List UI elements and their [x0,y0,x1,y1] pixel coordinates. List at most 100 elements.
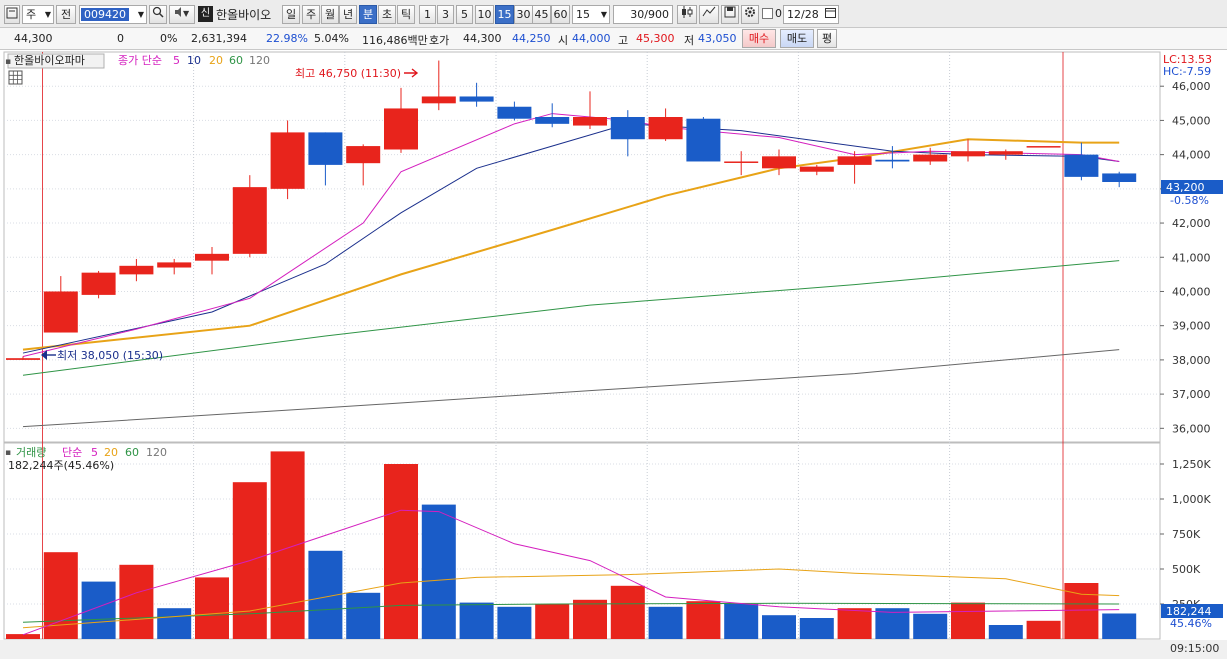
gear-icon[interactable] [741,5,759,24]
buy-button[interactable]: 매수 [742,29,776,48]
turnover-rate: 5.04% [314,32,349,45]
volume-bar [346,592,381,639]
eval-button[interactable]: 평 [817,29,837,48]
ma-legend-20: 20 [209,54,223,67]
price-tick-label: 44,000 [1172,149,1211,162]
volume-bar [195,577,229,639]
period-tab[interactable]: 일 [282,5,300,24]
candle-body [988,151,1023,155]
minute-button[interactable]: 30 [514,5,533,24]
price-ma-title: 종가 단순 [118,54,162,67]
candle-body [346,146,381,164]
price-tick-label: 38,000 [1172,354,1211,367]
sound-icon[interactable]: ▼ [169,5,195,24]
count-input[interactable]: 30/900 [613,5,673,24]
candle-body [270,132,305,189]
square-bullet-icon: ▪ [5,448,11,458]
candle-body [686,118,721,162]
last-change-pct: -0.58% [1170,194,1209,207]
ask-price: 44,300 [463,32,502,45]
volume-bar [81,581,116,639]
candle-body [648,117,683,140]
chart-type-icon[interactable] [4,5,20,24]
credit-badge: 신 [198,6,213,22]
draw-tool-icon[interactable] [699,5,719,24]
vol-ma-legend-20: 20 [104,446,118,459]
grid-toggle-icon[interactable] [8,70,23,85]
price-tick-label: 37,000 [1172,388,1211,401]
ma-legend-120: 120 [249,54,270,67]
minute-button[interactable]: 60 [551,5,570,24]
candle-body [535,117,570,124]
ma-legend-10: 10 [187,54,201,67]
minute-button[interactable]: 45 [532,5,551,24]
prev-button[interactable]: 전 [56,5,76,24]
candle-body [1026,146,1061,148]
stock-code-input[interactable]: 009420 ▼ [79,5,147,24]
candle-body [1102,173,1137,182]
chart-canvas[interactable]: 36,000 37,000 38,000 39,000 40,000 41,000 42,0… [0,50,1227,656]
minute-button[interactable]: 5 [456,5,473,24]
volume-tick-label: 750K [1172,528,1201,541]
price-axis: 36,000 37,000 38,000 39,000 40,000 41,000 42,0… [1160,80,1211,435]
sell-button[interactable]: 매도 [780,29,814,48]
option-checkbox[interactable] [762,8,773,19]
period-tab[interactable]: 틱 [397,5,415,24]
price-tick-label: 39,000 [1172,320,1211,333]
candle-style-icon[interactable] [677,5,697,24]
low-price: 43,050 [698,32,737,45]
minute-button[interactable]: 3 [437,5,454,24]
low-annotation: 최저 38,050 (15:30) [57,349,163,362]
period-tab[interactable]: 월 [321,5,339,24]
volume-bar [497,606,532,639]
candle-body [1064,154,1099,177]
save-icon[interactable] [721,5,739,24]
minute-button[interactable]: 1 [419,5,436,24]
period-tab[interactable]: 주 [302,5,320,24]
svg-text:▼: ▼ [183,9,190,18]
search-icon[interactable] [149,5,167,24]
candle-body [421,96,456,104]
volume-current: 182,244주(45.46%) [8,459,114,472]
candle-body [875,159,910,162]
candle-body [610,117,645,140]
high-annotation: 최고 46,750 (11:30) [295,67,401,80]
square-bullet-icon: ▪ [5,57,11,67]
chart-area[interactable]: 36,000 37,000 38,000 39,000 40,000 41,000 42,0… [0,50,1227,656]
volume-ma-title: 단순 [62,446,82,459]
vol-ma-legend-5: 5 [91,446,98,459]
price-tick-label: 40,000 [1172,285,1211,298]
count-total: /900 [644,8,669,21]
volume-bar [1026,620,1061,639]
minute-button[interactable]: 15 [495,5,514,24]
dropdown-arrow-icon: ▼ [600,10,607,19]
period-tab[interactable]: 년 [339,5,357,24]
candle-body [157,262,192,268]
candle-body [724,161,759,163]
date-input[interactable]: 12/28 [783,5,839,24]
candle-body [497,106,532,119]
price-change-pct: 0% [160,32,178,45]
interval-value: 15 [576,8,590,21]
volume-bar [951,602,985,639]
time-axis-clock: 09:15:00 [1170,642,1219,655]
market-select[interactable]: 주 ▼ [22,5,54,24]
minute-button[interactable]: 10 [475,5,494,24]
period-tab[interactable]: 분 [359,5,377,24]
volume-bar [535,604,570,639]
period-tab[interactable]: 초 [378,5,396,24]
volume-ratio: 22.98% [266,32,308,45]
interval-select[interactable]: 15 ▼ [572,5,610,24]
dropdown-arrow-icon[interactable]: ▼ [138,6,146,23]
candle-body [81,272,116,295]
volume-tick-label: 1,000K [1172,493,1211,506]
candle-body [762,156,796,169]
price-tick-label: 46,000 [1172,80,1211,93]
stock-code-value: 009420 [81,8,129,21]
high-label: 고 [618,34,629,47]
last-volume-pct: 45.46% [1170,617,1212,630]
trade-volume: 2,631,394 [191,32,247,45]
calendar-icon[interactable] [825,6,838,23]
volume-tick-label: 500K [1172,563,1201,576]
hc-ratio: HC:-7.59 [1163,65,1211,78]
